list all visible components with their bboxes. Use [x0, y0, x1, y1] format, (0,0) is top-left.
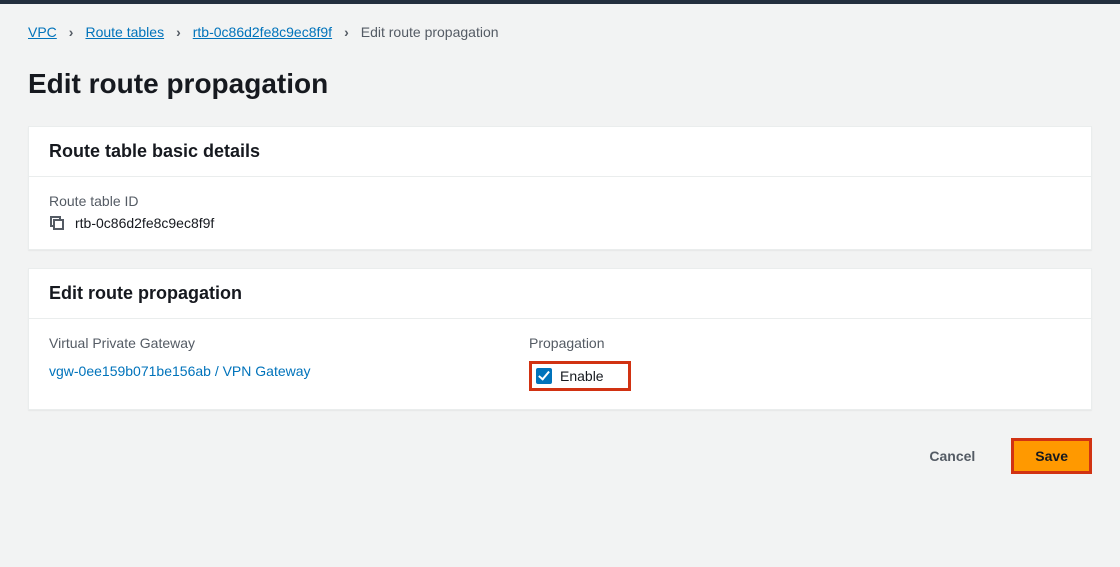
panel-header: Route table basic details	[29, 127, 1091, 177]
enable-checkbox-cell: Enable	[529, 361, 631, 391]
enable-propagation-label: Enable	[560, 368, 604, 384]
details-panel-title: Route table basic details	[49, 141, 1071, 162]
vgw-link[interactable]: vgw-0ee159b071be156ab / VPN Gateway	[49, 363, 311, 379]
chevron-right-icon: ›	[344, 22, 349, 42]
panel-body: Virtual Private Gateway vgw-0ee159b071be…	[29, 319, 1091, 409]
chevron-right-icon: ›	[176, 22, 181, 42]
route-table-id-row: rtb-0c86d2fe8c9ec8f9f	[49, 215, 1071, 231]
copy-icon[interactable]	[49, 215, 65, 231]
page-container: VPC › Route tables › rtb-0c86d2fe8c9ec8f…	[0, 4, 1120, 492]
enable-propagation-checkbox[interactable]	[536, 368, 552, 384]
panel-header: Edit route propagation	[29, 269, 1091, 319]
propagation-panel-title: Edit route propagation	[49, 283, 1071, 304]
route-table-id-label: Route table ID	[49, 193, 1071, 209]
save-button[interactable]: Save	[1014, 441, 1089, 471]
footer-actions: Cancel Save	[28, 428, 1092, 474]
breadcrumb-route-table-id-link[interactable]: rtb-0c86d2fe8c9ec8f9f	[193, 22, 332, 42]
panel-body: Route table ID rtb-0c86d2fe8c9ec8f9f	[29, 177, 1091, 249]
propagation-table: Virtual Private Gateway vgw-0ee159b071be…	[49, 335, 1071, 391]
breadcrumb-current: Edit route propagation	[361, 22, 499, 42]
propagation-header: Propagation	[529, 335, 1071, 351]
vgw-header: Virtual Private Gateway	[49, 335, 529, 351]
route-table-basic-details-panel: Route table basic details Route table ID…	[28, 126, 1092, 250]
vgw-column: Virtual Private Gateway vgw-0ee159b071be…	[49, 335, 529, 391]
breadcrumb-vpc-link[interactable]: VPC	[28, 22, 57, 42]
breadcrumb: VPC › Route tables › rtb-0c86d2fe8c9ec8f…	[28, 22, 1092, 66]
breadcrumb-route-tables-link[interactable]: Route tables	[85, 22, 164, 42]
route-table-id-value: rtb-0c86d2fe8c9ec8f9f	[75, 215, 214, 231]
page-title: Edit route propagation	[28, 66, 1092, 102]
chevron-right-icon: ›	[69, 22, 74, 42]
edit-route-propagation-panel: Edit route propagation Virtual Private G…	[28, 268, 1092, 410]
save-button-highlight: Save	[1011, 438, 1092, 474]
propagation-column: Propagation Enable	[529, 335, 1071, 391]
cancel-button[interactable]: Cancel	[913, 440, 991, 472]
